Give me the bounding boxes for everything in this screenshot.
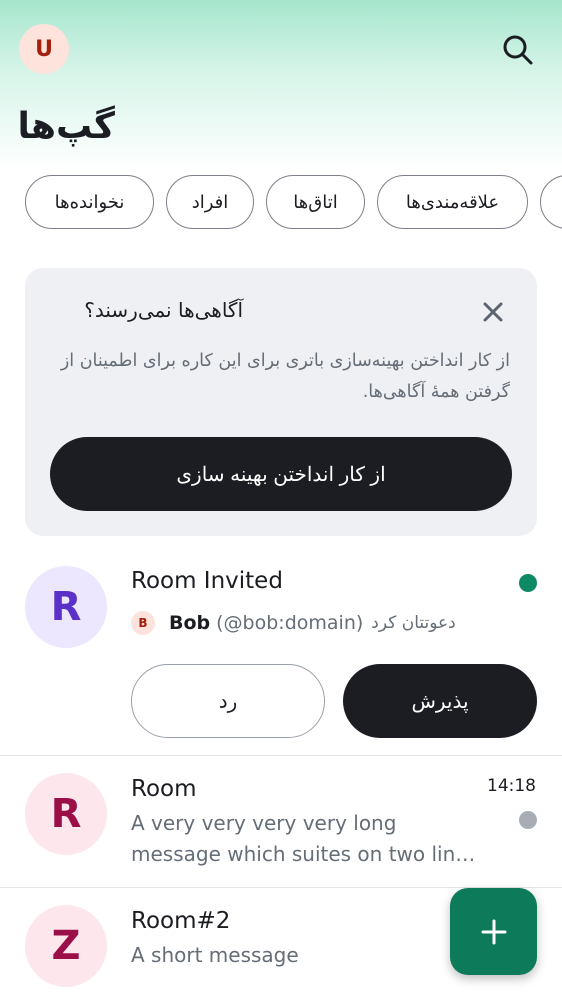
inviter-id: (@bob:domain) [216,612,364,634]
room-name: Room Invited [131,568,283,594]
reject-button[interactable]: رد [131,664,325,738]
unread-dot [519,811,537,829]
inviter-name: Bob [169,612,211,634]
page-title: گپ‌ها [17,106,115,147]
banner-body: از کار انداختن بهینه‌سازی باتری برای این… [60,351,510,402]
new-chat-button[interactable] [450,888,537,975]
search-icon [503,35,533,65]
banner-close-button[interactable] [479,298,507,326]
room-avatar: R [25,773,107,855]
disable-optimization-button[interactable]: از کار انداختن بهینه سازی [50,437,512,511]
filter-unread[interactable]: نخوانده‌ها [25,175,154,229]
filter-more[interactable] [540,175,562,229]
filter-people[interactable]: افراد [166,175,254,229]
room-name: Room#2 [131,908,231,934]
divider [0,755,562,756]
room-avatar: R [25,566,107,648]
room-last-message: A very very very very long message which… [131,811,476,866]
inviter-avatar: B [131,611,155,635]
filter-chips: نخوانده‌ها افراد اتاق‌ها علاقه‌مندی‌ها [0,175,562,233]
search-button[interactable] [498,30,538,70]
room-avatar: Z [25,905,107,987]
room-timestamp: 14:18 [487,776,536,796]
plus-icon [481,919,506,944]
invite-line: B Bob (@bob:domain) دعوتتان کرد [131,608,456,638]
invite-indicator-dot [519,574,537,592]
invite-text: دعوتتان کرد [371,613,456,633]
filter-rooms[interactable]: اتاق‌ها [266,175,365,229]
room-last-message: A short message [131,943,299,967]
user-avatar[interactable]: U [19,24,69,74]
header-background [0,0,562,200]
close-icon [483,302,503,322]
filter-favourites[interactable]: علاقه‌مندی‌ها [377,175,528,229]
banner-title: آگاهی‌ها نمی‌رسند؟ [84,298,243,322]
room-name: Room [131,776,197,802]
accept-button[interactable]: پذیرش [343,664,537,738]
